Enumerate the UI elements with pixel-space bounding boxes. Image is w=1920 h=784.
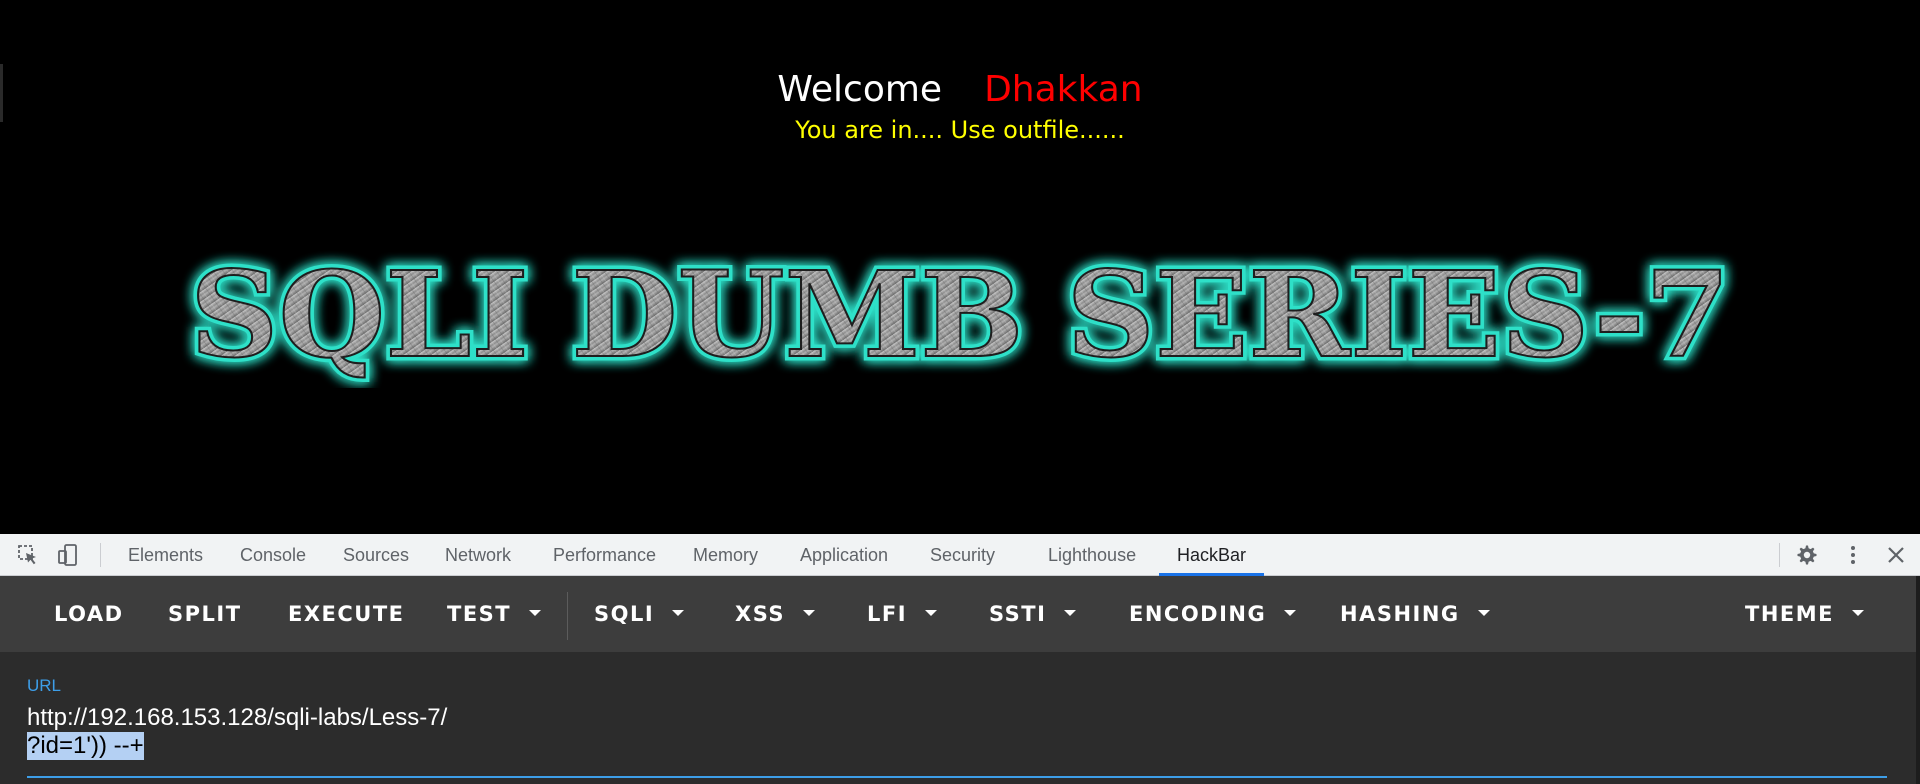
welcome-text: Welcome — [777, 69, 943, 110]
toolbar-divider — [567, 592, 568, 640]
tab-lighthouse[interactable]: Lighthouse — [1048, 534, 1136, 576]
device-toolbar-icon[interactable] — [56, 543, 80, 567]
hashing-dropdown-label: HASHING — [1340, 602, 1460, 626]
tab-sources[interactable]: Sources — [343, 534, 409, 576]
caret-down-icon — [1477, 610, 1490, 616]
url-label: URL — [27, 676, 62, 695]
url-text-line1: http://192.168.153.128/sqli-labs/Less-7/ — [27, 704, 448, 731]
caret-down-icon — [1852, 610, 1864, 616]
theme-dropdown[interactable]: THEME — [1745, 576, 1864, 652]
hackbar-body: URL http://192.168.153.128/sqli-labs/Les… — [0, 652, 1920, 784]
split-button-label: SPLIT — [168, 602, 242, 626]
caret-down-icon — [1064, 610, 1077, 616]
test-dropdown[interactable]: TEST — [447, 576, 542, 652]
load-button[interactable]: LOAD — [54, 576, 124, 652]
settings-gear-icon[interactable] — [1795, 543, 1819, 567]
hashing-dropdown[interactable]: HASHING — [1340, 576, 1490, 652]
close-icon[interactable] — [1884, 543, 1908, 567]
tab-console[interactable]: Console — [240, 534, 306, 576]
banner-title: SQLI DUMB SERIES-7 — [190, 245, 1730, 384]
url-field-underline — [27, 776, 1887, 778]
status-message: You are in.... Use outfile...... — [795, 116, 1125, 144]
banner-image: SQLI DUMB SERIES-7 SQLI DUMB SERIES-7 — [186, 241, 1735, 389]
ssti-dropdown[interactable]: SSTI — [989, 576, 1077, 652]
tab-performance[interactable]: Performance — [553, 534, 656, 576]
load-button-label: LOAD — [54, 602, 124, 626]
hackbar-toolbar: LOAD SPLIT EXECUTE TEST SQLI XSS LFI SST… — [0, 576, 1920, 652]
caret-down-icon — [529, 610, 542, 616]
xss-dropdown[interactable]: XSS — [735, 576, 815, 652]
tab-hackbar[interactable]: HackBar — [1158, 534, 1265, 576]
url-text-selected: ?id=1')) --+ — [27, 732, 144, 760]
tab-network[interactable]: Network — [445, 534, 511, 576]
more-vertical-icon[interactable] — [1841, 543, 1865, 567]
url-textarea[interactable]: http://192.168.153.128/sqli-labs/Less-7/… — [27, 704, 1887, 774]
split-button[interactable]: SPLIT — [168, 576, 242, 652]
web-page: Welcome Dhakkan You are in.... Use outfil… — [0, 0, 1920, 534]
test-dropdown-label: TEST — [447, 602, 512, 626]
tab-security[interactable]: Security — [930, 534, 995, 576]
encoding-dropdown[interactable]: ENCODING — [1129, 576, 1297, 652]
ssti-dropdown-label: SSTI — [989, 602, 1047, 626]
welcome-username: Dhakkan — [984, 69, 1143, 110]
welcome-line: Welcome Dhakkan — [0, 66, 1920, 114]
tab-elements[interactable]: Elements — [128, 534, 203, 576]
toolbar-divider — [1779, 543, 1780, 567]
xss-dropdown-label: XSS — [735, 602, 785, 626]
inspect-element-icon[interactable] — [16, 543, 40, 567]
execute-button-label: EXECUTE — [288, 602, 405, 626]
toolbar-divider — [100, 543, 101, 567]
sqli-dropdown[interactable]: SQLI — [594, 576, 685, 652]
devtools-tabbar: Elements Console Sources Network Perform… — [0, 534, 1920, 576]
sqli-dropdown-label: SQLI — [594, 602, 655, 626]
caret-down-icon — [1284, 610, 1297, 616]
lfi-dropdown-label: LFI — [867, 602, 908, 626]
theme-dropdown-label: THEME — [1745, 602, 1834, 626]
devtools-panel: Elements Console Sources Network Perform… — [0, 534, 1920, 784]
tab-memory[interactable]: Memory — [693, 534, 758, 576]
lfi-dropdown[interactable]: LFI — [867, 576, 938, 652]
execute-button[interactable]: EXECUTE — [288, 576, 405, 652]
encoding-dropdown-label: ENCODING — [1129, 602, 1267, 626]
tab-application[interactable]: Application — [800, 534, 888, 576]
caret-down-icon — [672, 610, 685, 616]
caret-down-icon — [925, 610, 938, 616]
panel-scrollbar[interactable] — [1916, 576, 1920, 784]
caret-down-icon — [803, 610, 815, 616]
